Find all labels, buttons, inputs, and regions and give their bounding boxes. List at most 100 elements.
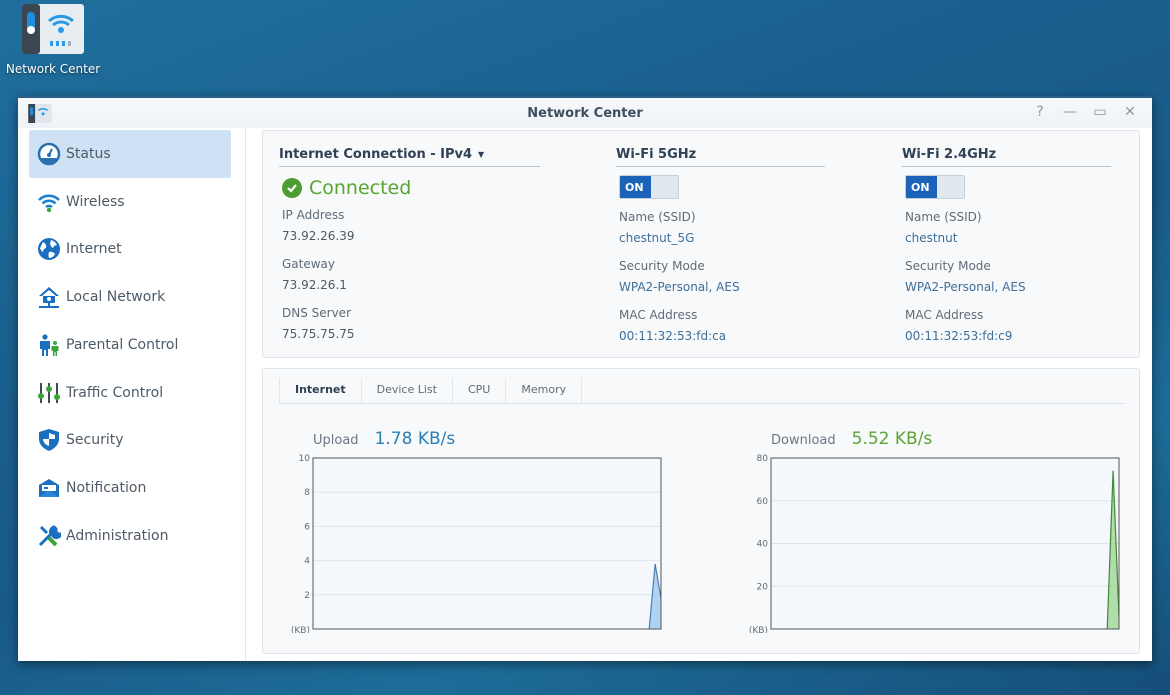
ip-address-field: IP Address 73.92.26.39 [282, 205, 540, 247]
download-value: 5.52 KB/s [851, 429, 933, 449]
toggle-knob [937, 176, 964, 198]
field-value: chestnut [905, 231, 958, 245]
mac-address-field: MAC Address 00:11:32:53:fd:ca [619, 305, 825, 347]
sidebar-item-parental-control[interactable]: Parental Control [29, 321, 231, 369]
internet-connection-section: Internet Connection - IPv4 ▼ Connected I… [279, 131, 540, 352]
internet-connection-title: Internet Connection - IPv4 [279, 147, 473, 162]
field-label: DNS Server [282, 306, 351, 320]
field-value: 73.92.26.39 [282, 229, 355, 243]
y-axis-unit-label: (KB) [749, 626, 768, 633]
sidebar-item-administration[interactable]: Administration [29, 512, 231, 560]
sidebar-item-notification[interactable]: Notification [29, 464, 231, 512]
security-mode-field: Security Mode WPA2-Personal, AES [619, 256, 825, 298]
field-label: IP Address [282, 208, 345, 222]
sidebar-item-internet[interactable]: Internet [29, 225, 231, 273]
upload-value: 1.78 KB/s [374, 429, 456, 449]
sidebar-item-label: Administration [66, 527, 169, 544]
graph-tabs: Internet Device List CPU Memory [279, 378, 1125, 404]
internet-connection-dropdown[interactable]: Internet Connection - IPv4 ▼ [279, 131, 540, 167]
field-label: Security Mode [905, 259, 991, 273]
desktop-icon-label: Network Center [5, 62, 101, 76]
window-titlebar[interactable]: Network Center ? — ▭ ✕ [18, 98, 1152, 128]
field-value: 73.92.26.1 [282, 278, 347, 292]
ssid-field: Name (SSID) chestnut [905, 207, 1111, 249]
sidebar-item-label: Parental Control [66, 336, 179, 353]
tab-memory[interactable]: Memory [506, 378, 583, 404]
sidebar-item-status[interactable]: Status [29, 130, 231, 178]
upload-rate: Upload 1.78 KB/s [313, 429, 455, 449]
dns-server-field: DNS Server 75.75.75.75 [282, 303, 540, 345]
upload-chart-svg: 2 4 6 8 10 (KB) [291, 454, 662, 636]
mac-address-field: MAC Address 00:11:32:53:fd:c9 [905, 305, 1111, 347]
tab-device-list[interactable]: Device List [362, 378, 453, 404]
close-button[interactable]: ✕ [1122, 104, 1138, 120]
sidebar-item-security[interactable]: Security [29, 416, 231, 464]
security-mode-field: Security Mode WPA2-Personal, AES [905, 256, 1111, 298]
sidebar-item-label: Wireless [66, 193, 125, 210]
field-value: 75.75.75.75 [282, 327, 355, 341]
sidebar-item-label: Internet [66, 241, 122, 258]
field-value: chestnut_5G [619, 231, 695, 245]
check-circle-icon [282, 178, 302, 198]
y-tick-label: 4 [304, 557, 310, 567]
y-tick-label: 60 [757, 497, 769, 507]
sidebar-item-label: Traffic Control [66, 384, 164, 401]
gauge-icon [37, 142, 61, 166]
field-value: 00:11:32:53:fd:c9 [905, 329, 1013, 343]
sidebar-item-label: Status [66, 146, 111, 162]
minimize-button[interactable]: — [1062, 104, 1078, 120]
upload-label: Upload [313, 433, 359, 448]
toggle-on-label: ON [620, 176, 651, 198]
y-tick-label: 10 [299, 454, 311, 464]
shield-icon [37, 428, 61, 452]
gateway-field: Gateway 73.92.26.1 [282, 254, 540, 296]
connection-status: Connected [282, 177, 540, 199]
sidebar-item-label: Security [66, 432, 124, 449]
field-value: 00:11:32:53:fd:ca [619, 329, 727, 343]
field-label: MAC Address [619, 308, 698, 322]
wifi-5ghz-toggle[interactable]: ON [619, 175, 679, 199]
download-rate: Download 5.52 KB/s [771, 429, 932, 449]
tab-cpu[interactable]: CPU [453, 378, 507, 404]
toggle-on-label: ON [906, 176, 937, 198]
sliders-icon [37, 381, 61, 405]
sidebar-item-traffic-control[interactable]: Traffic Control [29, 369, 231, 417]
plot-area [312, 457, 662, 630]
field-label: Name (SSID) [619, 210, 696, 224]
y-tick-label: 2 [304, 591, 310, 601]
y-tick-label: 6 [304, 522, 310, 532]
status-summary-panel: Internet Connection - IPv4 ▼ Connected I… [262, 130, 1140, 358]
tab-internet[interactable]: Internet [279, 378, 362, 404]
field-label: Name (SSID) [905, 210, 982, 224]
envelope-icon [37, 476, 61, 500]
sidebar-item-label: Local Network [66, 289, 166, 306]
y-tick-label: 40 [757, 540, 769, 550]
toggle-knob [651, 176, 678, 198]
house-network-icon [37, 285, 61, 309]
download-chart: 20 40 60 80 (KB) [743, 447, 1123, 637]
tools-icon [37, 524, 61, 548]
y-tick-label: 80 [757, 454, 769, 464]
wifi-24ghz-toggle[interactable]: ON [905, 175, 965, 199]
wifi-icon [37, 190, 61, 214]
download-chart-svg: 20 40 60 80 (KB) [749, 454, 1120, 636]
desktop-icon-network-center[interactable]: Network Center [4, 4, 102, 76]
field-value: WPA2-Personal, AES [905, 280, 1026, 294]
wifi-24ghz-section: Wi-Fi 2.4GHz ON Name (SSID) chestnut Sec… [902, 131, 1111, 354]
help-button[interactable]: ? [1032, 104, 1048, 120]
field-label: Security Mode [619, 259, 705, 273]
sidebar-item-local-network[interactable]: Local Network [29, 273, 231, 321]
wifi-24ghz-title: Wi-Fi 2.4GHz [902, 131, 1111, 167]
network-center-icon [28, 104, 52, 123]
maximize-button[interactable]: ▭ [1092, 104, 1108, 120]
wifi-5ghz-title: Wi-Fi 5GHz [616, 131, 825, 167]
y-tick-label: 20 [757, 582, 769, 592]
traffic-graph-panel: Internet Device List CPU Memory Upload 1… [262, 368, 1140, 654]
connection-status-text: Connected [309, 177, 412, 199]
y-axis-unit-label: (KB) [291, 626, 310, 633]
family-icon [37, 333, 61, 357]
sidebar-item-wireless[interactable]: Wireless [29, 178, 231, 226]
sidebar-item-label: Notification [66, 479, 147, 496]
field-label: MAC Address [905, 308, 984, 322]
network-center-icon [22, 4, 84, 54]
